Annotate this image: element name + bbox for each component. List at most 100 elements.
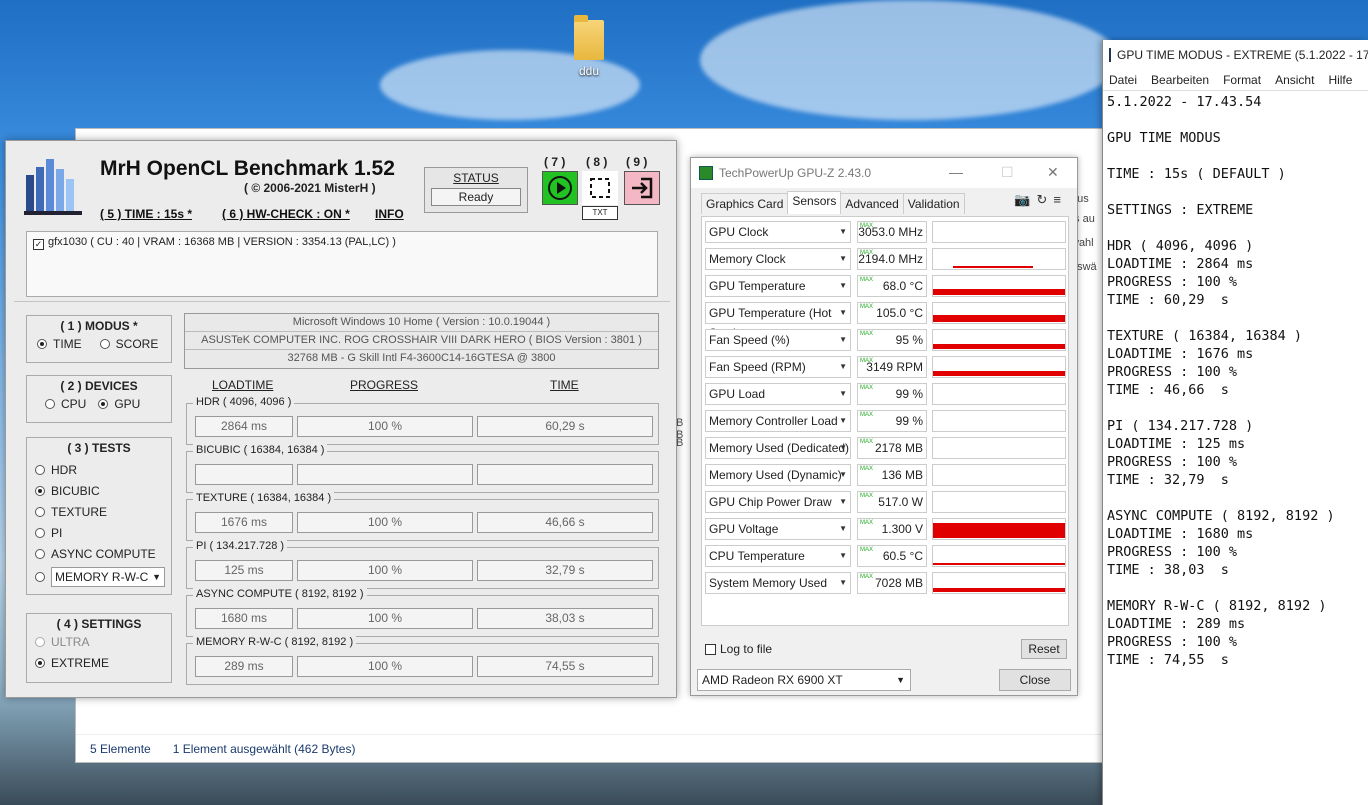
sensor-name[interactable]: Memory Used (Dedicated) ▼ (705, 437, 851, 459)
result-loadtime: 1680 ms (195, 608, 293, 629)
sensor-value-text: 136 MB (881, 468, 923, 482)
setting-extreme[interactable]: EXTREME (35, 652, 171, 673)
modus-score-radio[interactable] (99, 338, 110, 349)
notepad-menu-item[interactable]: Ansicht (1275, 73, 1314, 87)
tab-graphics-card[interactable]: Graphics Card (701, 193, 789, 214)
sensor-name[interactable]: Memory Used (Dynamic) ▼ (705, 464, 851, 486)
select-value: MEMORY R-W-C (55, 570, 149, 584)
mrh-benchmark-window: MrH OpenCL Benchmark 1.52 ( © 2006-2021 … (5, 140, 677, 698)
notepad-menu-item[interactable]: Datei (1109, 73, 1137, 87)
minimize-icon[interactable]: — (949, 164, 963, 180)
camera-icon[interactable]: 📷 (1014, 192, 1036, 207)
test-option[interactable]: BICUBIC (35, 480, 171, 501)
test-radio[interactable] (35, 464, 45, 475)
close-icon[interactable]: ✕ (1047, 164, 1059, 181)
info-link[interactable]: INFO (375, 207, 404, 221)
sensor-name[interactable]: CPU Temperature ▼ (705, 545, 851, 567)
max-label: MAX (860, 385, 874, 391)
reset-button[interactable]: Reset (1021, 639, 1067, 659)
devices-group: ( 2 ) DEVICES CPU GPU (26, 375, 172, 423)
sensor-name[interactable]: Fan Speed (RPM) ▼ (705, 356, 851, 378)
chevron-down-icon: ▼ (839, 551, 847, 560)
result-loadtime: 1676 ms (195, 512, 293, 533)
modus-time-radio[interactable] (37, 338, 47, 349)
test-radio[interactable] (35, 506, 45, 517)
device-checkbox[interactable]: ✓ (33, 239, 44, 250)
sensor-name[interactable]: Memory Clock ▼ (705, 248, 851, 270)
sensor-name[interactable]: GPU Temperature ▼ (705, 275, 851, 297)
result-row: MEMORY R-W-C ( 8192, 8192 ) 289 ms 100 % 74… (186, 636, 659, 685)
screenshot-button[interactable] (582, 171, 618, 205)
result-row: BICUBIC ( 16384, 16384 ) (186, 444, 659, 493)
device-entry: gfx1030 ( CU : 40 | VRAM : 16368 MB | VE… (48, 236, 396, 248)
test-option[interactable]: ASYNC COMPUTE (35, 543, 171, 564)
sensor-label: Memory Controller Load (709, 414, 838, 428)
test-option[interactable]: PI (35, 522, 171, 543)
settings-options: ULTRA EXTREME (27, 631, 171, 673)
test-option[interactable]: MEMORY R-W-C ▼ (35, 564, 171, 590)
notepad-line: HDR ( 4096, 4096 ) (1107, 238, 1254, 254)
time-setting-link[interactable]: ( 5 ) TIME : 15s * (100, 207, 192, 221)
notepad-menu-item[interactable]: Format (1223, 73, 1261, 87)
hwcheck-setting-link[interactable]: ( 6 ) HW-CHECK : ON * (222, 207, 350, 221)
start-button[interactable] (542, 171, 578, 205)
test-option[interactable]: TEXTURE (35, 501, 171, 522)
sensor-value: MAX 68.0 °C (857, 275, 927, 297)
sensor-label: CPU Temperature (709, 549, 805, 563)
setting-extreme-radio[interactable] (35, 657, 45, 668)
log-to-file[interactable]: Log to file (705, 642, 772, 656)
sensor-row: CPU Temperature ▼ MAX 60.5 °C (705, 545, 1067, 567)
notepad-menu-item[interactable]: Hilfe (1328, 73, 1352, 87)
log-checkbox[interactable] (705, 644, 716, 655)
tab-advanced[interactable]: Advanced (840, 193, 904, 214)
gpu-select[interactable]: AMD Radeon RX 6900 XT ▼ (697, 669, 911, 691)
setting-ultra[interactable]: ULTRA (35, 631, 171, 652)
device-gpu-radio[interactable] (98, 398, 109, 409)
notepad-line: 5.1.2022 - 17.43.54 (1107, 94, 1262, 110)
modus-score-label: SCORE (115, 336, 159, 351)
notepad-line (1107, 147, 1364, 165)
menu-icon[interactable]: ≡ (1053, 192, 1067, 207)
refresh-icon[interactable]: ↻ (1037, 192, 1054, 207)
test-radio[interactable] (35, 485, 45, 496)
sensor-row: GPU Voltage ▼ MAX 1.300 V (705, 518, 1067, 540)
close-button[interactable]: Close (999, 669, 1071, 691)
notepad-menu-item[interactable]: Bearbeiten (1151, 73, 1209, 87)
tab-validation[interactable]: Validation (902, 193, 965, 214)
sensor-name[interactable]: GPU Chip Power Draw ▼ (705, 491, 851, 513)
maximize-icon[interactable]: ☐ (1001, 164, 1014, 181)
memory-test-select[interactable]: MEMORY R-W-C ▼ (51, 567, 165, 587)
test-option[interactable]: HDR (35, 459, 171, 480)
sensor-value-text: 105.0 °C (876, 306, 923, 320)
test-radio[interactable] (35, 548, 45, 559)
sensor-name[interactable]: GPU Clock ▼ (705, 221, 851, 243)
desktop-icon-ddu[interactable]: ddu (566, 15, 612, 78)
gpu-select-value: AMD Radeon RX 6900 XT (702, 673, 843, 687)
sensor-name[interactable]: GPU Load ▼ (705, 383, 851, 405)
memory-info: 32768 MB - G Skill Intl F4-3600C14-16GTE… (287, 352, 556, 364)
test-radio[interactable] (35, 572, 45, 582)
notepad-title: GPU TIME MODUS - EXTREME (5.1.2022 - 17.… (1117, 48, 1368, 62)
test-radio[interactable] (35, 527, 45, 538)
notepad-line: TIME : 15s ( DEFAULT ) (1107, 166, 1286, 182)
notepad-icon (1109, 48, 1111, 62)
notepad-text-area[interactable]: 5.1.2022 - 17.43.54 GPU TIME MODUS TIME : … (1103, 90, 1368, 671)
device-cpu-radio[interactable] (45, 398, 55, 409)
notepad-line (1107, 219, 1364, 237)
sensor-name[interactable]: System Memory Used ▼ (705, 572, 851, 594)
save-txt-button[interactable]: TXT (582, 206, 618, 220)
setting-ultra-radio[interactable] (35, 636, 45, 647)
exit-button[interactable] (624, 171, 660, 205)
tab-sensors[interactable]: Sensors (787, 191, 842, 214)
result-loadtime: 2864 ms (195, 416, 293, 437)
btn9-label: ( 9 ) (626, 155, 648, 169)
sensor-name[interactable]: GPU Voltage ▼ (705, 518, 851, 540)
device-list[interactable]: ✓ gfx1030 ( CU : 40 | VRAM : 16368 MB | V… (26, 231, 658, 297)
sensor-name[interactable]: Fan Speed (%) ▼ (705, 329, 851, 351)
notepad-line (1107, 579, 1364, 597)
sensor-name[interactable]: Memory Controller Load ▼ (705, 410, 851, 432)
max-label: MAX (860, 223, 874, 229)
notepad-window: GPU TIME MODUS - EXTREME (5.1.2022 - 17.… (1102, 40, 1368, 805)
system-info: Microsoft Windows 10 Home ( Version : 10… (184, 313, 659, 369)
sensor-name[interactable]: GPU Temperature (Hot Spot)▼ (705, 302, 851, 340)
